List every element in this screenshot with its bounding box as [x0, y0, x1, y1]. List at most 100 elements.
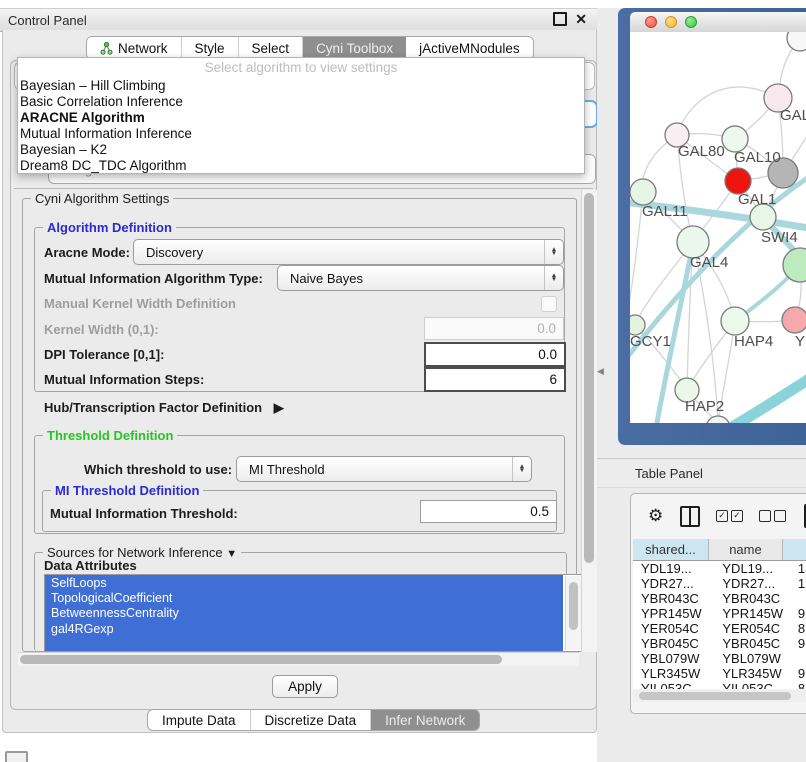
list-item-partial[interactable]	[45, 637, 563, 651]
dpi-tolerance-field[interactable]: 0.0	[424, 342, 566, 367]
network-view-window: GAL2GAL80GAL10GAL1GAL11SWI4GAL4GCY1HAP4Y…	[618, 8, 806, 445]
manual-kernel-checkbox[interactable]	[541, 296, 557, 312]
algorithm-option[interactable]: Bayesian – Hill Climbing	[18, 77, 584, 93]
table-panel-titlebar: Table Panel	[597, 458, 806, 488]
attributes-scrollbar-thumb[interactable]	[569, 582, 578, 630]
which-threshold-label: Which threshold to use:	[84, 462, 232, 477]
cyni-algorithm-settings-title: Cyni Algorithm Settings	[31, 191, 173, 206]
settings-horizontal-scrollbar-thumb[interactable]	[20, 655, 502, 664]
network-node-y[interactable]	[782, 307, 806, 333]
algorithm-option[interactable]: Dream8 DC_TDC Algorithm	[18, 157, 584, 173]
network-graph: GAL2GAL80GAL10GAL1GAL11SWI4GAL4GCY1HAP4Y…	[630, 32, 806, 423]
network-node-label: GAL2	[780, 107, 806, 124]
algorithm-dropdown-popup: Select algorithm to view settings Bayesi…	[17, 57, 585, 174]
stepper-arrows-icon: ▲▼	[544, 266, 563, 290]
table-row[interactable]: YDL19... YDL19... 13	[633, 561, 806, 576]
network-node[interactable]	[787, 32, 806, 51]
aracne-mode-select[interactable]: Discovery ▲▼	[133, 239, 564, 265]
float-window-icon[interactable]	[553, 12, 567, 26]
table-panel-title: Table Panel	[597, 466, 703, 481]
tab-cyni-toolbox[interactable]: Cyni Toolbox	[303, 37, 406, 59]
split-pane-collapse-icon[interactable]: ◀	[597, 366, 604, 377]
network-node-hap4[interactable]	[721, 307, 749, 335]
table-row[interactable]: YLR345W YLR345W 9.	[633, 666, 806, 681]
tab-style[interactable]: Style	[182, 37, 239, 59]
mi-steps-field[interactable]: 6	[424, 367, 566, 392]
network-node-label: GAL80	[678, 143, 725, 160]
table-row[interactable]: YBR045C YBR045C 9.	[633, 636, 806, 651]
tab-select[interactable]: Select	[239, 37, 304, 59]
minimized-panel-icon[interactable]	[5, 751, 28, 762]
threshold-definition-title: Threshold Definition	[43, 428, 177, 443]
control-panel-titlebar: Control Panel ✕	[0, 8, 597, 32]
manual-kernel-label: Manual Kernel Width Definition	[44, 296, 236, 311]
list-item[interactable]: TopologicalCoefficient	[45, 590, 563, 605]
network-edge[interactable]	[724, 372, 806, 423]
tab-discretize-data[interactable]: Discretize Data	[251, 710, 372, 730]
tab-impute-data[interactable]: Impute Data	[148, 710, 251, 730]
table-header-row: shared... name	[633, 539, 806, 561]
network-node[interactable]	[706, 416, 730, 423]
tab-infer-network[interactable]: Infer Network	[371, 710, 479, 730]
zoom-traffic-light-icon[interactable]	[685, 16, 697, 28]
column-header-name[interactable]: name	[709, 539, 783, 560]
algorithm-option[interactable]: Bayesian – K2	[18, 141, 584, 157]
table-row[interactable]: YDR27... YDR27... 12	[633, 576, 806, 591]
attributes-scrollbar[interactable]	[565, 576, 582, 650]
table-toolbar: ⚙ ✓✓	[631, 494, 806, 538]
table-row[interactable]: YBL079W YBL079W	[633, 651, 806, 666]
kernel-width-label: Kernel Width (0,1):	[44, 322, 159, 337]
algorithm-dropdown-placeholder: Select algorithm to view settings	[18, 58, 584, 77]
settings-vertical-scrollbar[interactable]	[581, 190, 597, 652]
network-node-gal11[interactable]	[630, 179, 656, 205]
aracne-mode-label: Aracne Mode:	[44, 245, 130, 260]
data-attributes-list[interactable]: SelfLoopsTopologicalCoefficientBetweenne…	[44, 574, 584, 652]
mi-steps-label: Mutual Information Steps:	[44, 372, 204, 387]
network-window-titlebar[interactable]	[630, 12, 806, 33]
settings-horizontal-scrollbar[interactable]	[18, 652, 579, 666]
close-traffic-light-icon[interactable]	[645, 16, 657, 28]
columns-icon[interactable]	[680, 506, 700, 527]
network-node-label: GAL4	[690, 254, 728, 271]
bottom-tabbar: Impute Data Discretize Data Infer Networ…	[147, 709, 480, 731]
algorithm-dropdown-list: Bayesian – Hill ClimbingBasic Correlatio…	[18, 77, 584, 173]
select-all-icon[interactable]: ✓✓	[716, 510, 743, 522]
tab-network[interactable]: Network	[87, 37, 182, 59]
table-row[interactable]: YBR043C YBR043C	[633, 591, 806, 606]
table-row[interactable]: YPR145W YPR145W 9.	[633, 606, 806, 621]
network-node-label: GCY1	[630, 333, 671, 350]
deselect-all-icon[interactable]	[759, 510, 786, 522]
list-item[interactable]: SelfLoops	[45, 575, 563, 590]
table-row[interactable]: YER054C YER054C 8.	[633, 621, 806, 636]
table-horizontal-scrollbar-thumb[interactable]	[639, 692, 791, 700]
close-icon[interactable]: ✕	[575, 12, 587, 26]
settings-vertical-scrollbar-thumb[interactable]	[584, 193, 594, 563]
network-canvas[interactable]: GAL2GAL80GAL10GAL1GAL11SWI4GAL4GCY1HAP4Y…	[630, 32, 806, 423]
tab-jactivemnodules[interactable]: jActiveMNodules	[406, 37, 533, 59]
algorithm-option[interactable]: ARACNE Algorithm	[18, 109, 584, 125]
table-panel: ⚙ ✓✓ shared... name YDL19... YDL19... 13…	[630, 493, 806, 714]
list-item[interactable]: gal4RGexp	[45, 621, 563, 636]
kernel-width-field[interactable]: 0.0	[424, 317, 564, 340]
tab-network-label: Network	[118, 41, 168, 56]
gear-icon[interactable]: ⚙	[648, 506, 663, 526]
hub-definition-toggle[interactable]: Hub/Transcription Factor Definition ▶	[44, 400, 284, 416]
column-header-partial[interactable]	[783, 539, 806, 560]
group-divider	[14, 188, 593, 189]
column-header-shared-name[interactable]: shared...	[633, 539, 709, 560]
table-row[interactable]: YIL053C YIL053C 8	[633, 681, 806, 689]
expand-right-icon: ▶	[274, 400, 284, 415]
mi-threshold-field[interactable]: 0.5	[420, 500, 557, 523]
collapse-down-icon: ▼	[226, 548, 237, 560]
algorithm-option[interactable]: Mutual Information Inference	[18, 125, 584, 141]
which-threshold-select[interactable]: MI Threshold ▲▼	[236, 456, 532, 482]
list-item[interactable]: BetweennessCentrality	[45, 606, 563, 621]
node-table: shared... name YDL19... YDL19... 13 YDR2…	[633, 539, 806, 689]
algorithm-option[interactable]: Basic Correlation Inference	[18, 93, 584, 109]
network-node-label: GAL1	[738, 191, 776, 208]
network-node-gcy1[interactable]	[630, 315, 645, 335]
table-horizontal-scrollbar[interactable]	[633, 690, 806, 702]
apply-button[interactable]: Apply	[272, 675, 338, 698]
mi-type-select[interactable]: Naive Bayes ▲▼	[277, 265, 564, 291]
minimize-traffic-light-icon[interactable]	[665, 16, 677, 28]
